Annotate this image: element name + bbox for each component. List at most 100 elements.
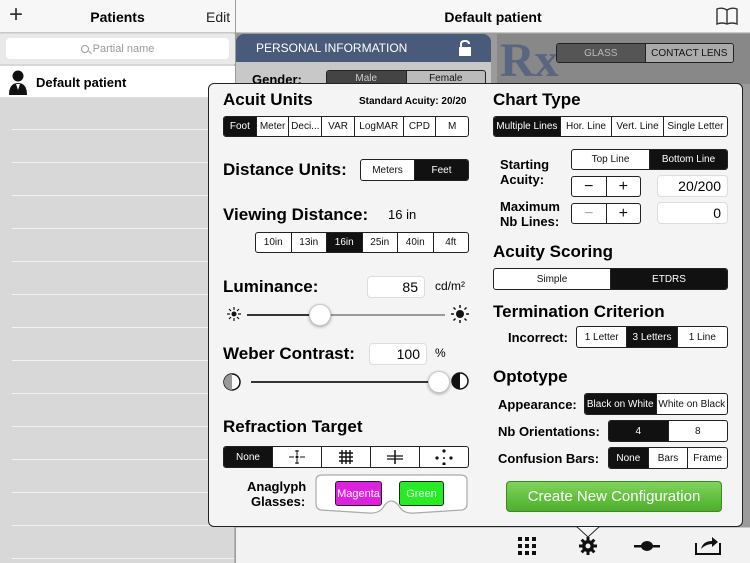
- weber-contrast-title: Weber Contrast:: [223, 344, 355, 363]
- starting-acuity-increment[interactable]: +: [607, 177, 641, 196]
- starting-bottom-line[interactable]: Bottom Line: [650, 150, 727, 169]
- termination-1-letter[interactable]: 1 Letter: [577, 327, 628, 347]
- contrast-high-icon: [451, 372, 469, 390]
- max-lines-increment[interactable]: +: [607, 204, 641, 223]
- confusion-bars-bars[interactable]: Bars: [649, 448, 689, 468]
- acuity-unit-foot[interactable]: Foot: [224, 117, 257, 136]
- acuity-unit-decimal[interactable]: Deci...: [289, 117, 323, 136]
- distance-4ft[interactable]: 4ft: [434, 233, 469, 252]
- anaglyph-right-lens[interactable]: Green: [399, 481, 444, 506]
- distance-25in[interactable]: 25in: [363, 233, 398, 252]
- refraction-grid-option[interactable]: [322, 447, 371, 467]
- search-placeholder: Partial name: [92, 42, 155, 55]
- distance-units-segment[interactable]: Meters Feet: [360, 159, 469, 181]
- anaglyph-label-line2: Glasses:: [251, 494, 306, 509]
- scoring-etdrs[interactable]: ETDRS: [611, 269, 727, 289]
- appearance-segment[interactable]: Black on White White on Black: [584, 393, 728, 415]
- viewing-distance-value: 16 in: [388, 207, 417, 222]
- termination-1-line[interactable]: 1 Line: [678, 327, 727, 347]
- max-lines-stepper[interactable]: − +: [571, 203, 641, 224]
- distance-unit-feet[interactable]: Feet: [415, 160, 468, 180]
- distance-40in[interactable]: 40in: [398, 233, 434, 252]
- starting-top-line[interactable]: Top Line: [572, 150, 650, 169]
- slider-icon[interactable]: [634, 540, 660, 552]
- patient-list-item[interactable]: Default patient: [0, 66, 235, 98]
- acuity-units-segment[interactable]: Foot Meter Deci... VAR LogMAR CPD M: [223, 116, 469, 137]
- luminance-slider-thumb[interactable]: [309, 304, 332, 326]
- gear-icon[interactable]: [579, 537, 597, 555]
- orientations-4[interactable]: 4: [609, 421, 669, 441]
- starting-acuity-stepper[interactable]: − +: [571, 176, 641, 197]
- termination-segment[interactable]: 1 Letter 3 Letters 1 Line: [576, 326, 728, 348]
- starting-acuity-segment[interactable]: Top Line Bottom Line: [571, 149, 728, 170]
- lens-contact[interactable]: CONTACT LENS: [645, 44, 733, 62]
- acuity-unit-var[interactable]: VAR: [322, 117, 355, 136]
- acuity-unit-cpd[interactable]: CPD: [404, 117, 437, 136]
- chart-type-single[interactable]: Single Letter: [664, 117, 727, 136]
- chart-type-horizontal[interactable]: Hor. Line: [561, 117, 613, 136]
- refraction-dots-option[interactable]: [420, 447, 468, 467]
- acuity-scoring-title: Acuity Scoring: [493, 242, 613, 261]
- appearance-white-on-black[interactable]: White on Black: [657, 394, 728, 414]
- grid-target-icon: [339, 450, 353, 464]
- orientations-label: Nb Orientations:: [498, 424, 600, 439]
- weber-contrast-slider-track[interactable]: [251, 381, 439, 383]
- edit-button[interactable]: Edit: [206, 9, 230, 25]
- acuity-unit-m[interactable]: M: [436, 117, 468, 136]
- search-input[interactable]: Partial name: [6, 38, 229, 59]
- refraction-target-segment[interactable]: None: [223, 446, 469, 468]
- anaglyph-left-lens[interactable]: Magenta: [335, 481, 382, 506]
- starting-acuity-value[interactable]: 20/200: [657, 175, 728, 197]
- chart-type-segment[interactable]: Multiple Lines Hor. Line Vert. Line Sing…: [493, 116, 728, 137]
- termination-3-letters[interactable]: 3 Letters: [627, 327, 678, 347]
- max-lines-decrement[interactable]: −: [572, 204, 607, 223]
- grid-icon[interactable]: [518, 537, 536, 555]
- acuity-scoring-segment[interactable]: Simple ETDRS: [493, 268, 728, 290]
- refraction-cross-option[interactable]: [371, 447, 420, 467]
- starting-acuity-decrement[interactable]: −: [572, 177, 607, 196]
- distance-10in[interactable]: 10in: [256, 233, 292, 252]
- sun-large-icon: [451, 305, 469, 323]
- refraction-target-title: Refraction Target: [223, 417, 363, 436]
- orientations-8[interactable]: 8: [669, 421, 728, 441]
- max-lines-value[interactable]: 0: [657, 202, 728, 224]
- termination-incorrect-label: Incorrect:: [508, 330, 568, 345]
- appearance-black-on-white[interactable]: Black on White: [585, 394, 657, 414]
- confusion-bars-none[interactable]: None: [609, 448, 649, 468]
- confusion-bars-frame[interactable]: Frame: [688, 448, 727, 468]
- share-icon[interactable]: [695, 535, 721, 555]
- chart-type-multiple[interactable]: Multiple Lines: [494, 117, 561, 136]
- rx-mark: Rx: [500, 34, 559, 87]
- settings-popover: Acuit Units Standard Acuity: 20/20 Foot …: [208, 83, 743, 527]
- lock-icon[interactable]: [458, 40, 472, 56]
- weber-contrast-slider-thumb[interactable]: [428, 371, 450, 393]
- scoring-simple[interactable]: Simple: [494, 269, 611, 289]
- vertical-horizontal-target-icon: [289, 450, 305, 464]
- viewing-distance-segment[interactable]: 10in 13in 16in 25in 40in 4ft: [255, 232, 469, 253]
- acuity-unit-logmar[interactable]: LogMAR: [355, 117, 404, 136]
- max-lines-label-line1: Maximum: [500, 199, 560, 214]
- distance-16in[interactable]: 16in: [327, 233, 363, 252]
- optotype-title: Optotype: [493, 367, 568, 386]
- search-icon: [80, 44, 92, 55]
- anaglyph-label-line1: Anaglyph: [247, 479, 307, 494]
- bottom-toolbar: [236, 526, 750, 563]
- distance-13in[interactable]: 13in: [292, 233, 327, 252]
- book-icon[interactable]: [716, 7, 738, 25]
- lens-glass[interactable]: GLASS: [557, 44, 646, 62]
- weber-contrast-slider-fill: [251, 381, 439, 383]
- confusion-bars-segment[interactable]: None Bars Frame: [608, 447, 728, 469]
- detail-nav-bar: Default patient: [236, 0, 750, 33]
- distance-unit-meters[interactable]: Meters: [361, 160, 415, 180]
- luminance-slider-track[interactable]: [247, 314, 445, 316]
- chart-type-vertical[interactable]: Vert. Line: [612, 117, 664, 136]
- luminance-input[interactable]: 85: [367, 276, 425, 298]
- termination-title: Termination Criterion: [493, 302, 665, 321]
- refraction-vh-option[interactable]: [273, 447, 322, 467]
- refraction-none[interactable]: None: [224, 447, 273, 467]
- create-configuration-button[interactable]: Create New Configuration: [506, 481, 722, 512]
- acuity-unit-meter[interactable]: Meter: [257, 117, 290, 136]
- weber-contrast-input[interactable]: 100: [369, 343, 427, 365]
- orientations-segment[interactable]: 4 8: [608, 420, 728, 442]
- lens-type-segment[interactable]: GLASS CONTACT LENS: [556, 43, 734, 63]
